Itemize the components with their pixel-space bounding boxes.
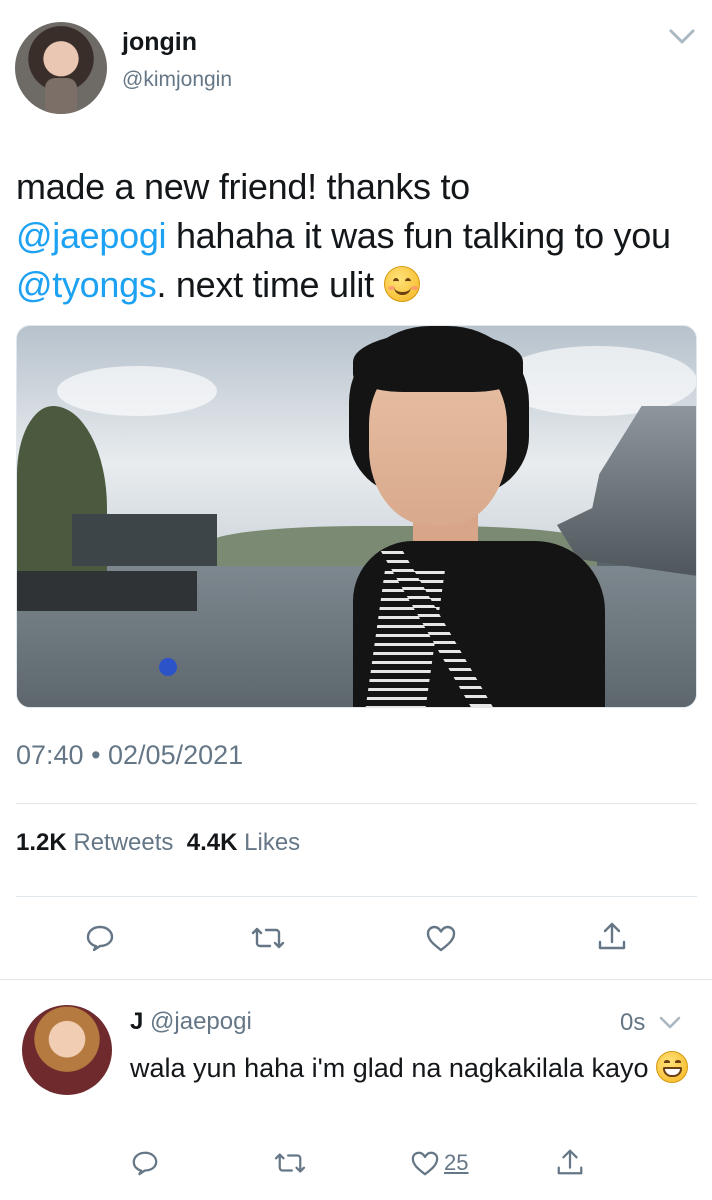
chevron-down-icon[interactable] <box>668 26 696 46</box>
divider <box>16 803 697 804</box>
reply-text-content: wala yun haha i'm glad na nagkakilala ka… <box>130 1053 656 1083</box>
reply-like-button[interactable]: 25 <box>410 1144 490 1182</box>
photo-cloud <box>57 366 217 416</box>
grinning-face-emoji-icon <box>656 1051 688 1083</box>
user-handle[interactable]: @kimjongin <box>122 68 232 92</box>
tweet-header: jongin @kimjongin <box>0 0 712 130</box>
tweet-photo[interactable] <box>16 325 697 708</box>
display-name[interactable]: jongin <box>122 28 197 57</box>
like-button[interactable] <box>421 918 461 958</box>
tweet-text-part: . next time ulit <box>156 264 384 305</box>
reply-button[interactable] <box>80 918 120 958</box>
likes-count: 4.4K <box>186 829 238 856</box>
photo-person <box>335 326 605 707</box>
divider <box>16 896 697 897</box>
reply-display-name: J <box>130 1008 144 1035</box>
reply-handle: @jaepogi <box>150 1008 252 1035</box>
tweet-stats: 1.2K Retweets 4.4K Likes <box>16 829 300 857</box>
smiling-face-emoji-icon <box>383 266 420 302</box>
share-icon <box>557 1149 583 1175</box>
photo-shed <box>72 514 217 566</box>
mention-link[interactable]: @jaepogi <box>16 215 167 256</box>
divider <box>0 979 712 980</box>
mention-link[interactable]: @tyongs <box>16 264 157 305</box>
likes-stat[interactable]: 4.4K Likes <box>187 829 300 856</box>
tweet-timestamp[interactable]: 07:40 • 02/05/2021 <box>16 740 243 771</box>
retweet-button[interactable] <box>248 918 288 958</box>
reply-retweet-button[interactable] <box>270 1144 310 1182</box>
tweet-text-part: made a new friend! thanks to <box>16 166 470 207</box>
photo-bangs <box>353 332 523 392</box>
photo-pier <box>17 571 197 611</box>
reply-avatar[interactable] <box>22 1005 112 1095</box>
avatar[interactable] <box>15 22 107 114</box>
retweets-label: Retweets <box>73 829 174 856</box>
retweet-icon <box>274 1153 306 1173</box>
reply-share-button[interactable] <box>550 1142 590 1182</box>
reply-icon <box>86 925 114 952</box>
reply-reply-button[interactable] <box>126 1144 164 1182</box>
share-button[interactable] <box>592 916 632 956</box>
photo-buoy <box>159 658 177 676</box>
reply-time: 0s <box>620 1009 646 1036</box>
tweet-text: made a new friend! thanks to @jaepogi ha… <box>16 162 706 309</box>
retweets-stat[interactable]: 1.2K Retweets <box>16 829 173 856</box>
tweet-text-part: hahaha it was fun talking to you <box>166 215 671 256</box>
retweet-icon <box>251 927 285 949</box>
like-icon <box>411 1151 439 1176</box>
reply-author[interactable]: J @jaepogi <box>130 1008 252 1036</box>
share-icon <box>598 922 626 950</box>
likes-label: Likes <box>244 829 301 856</box>
reply-icon <box>132 1151 158 1176</box>
reply-like-count: 25 <box>444 1150 469 1175</box>
retweets-count: 1.2K <box>16 829 67 856</box>
chevron-down-icon[interactable] <box>658 1014 682 1030</box>
like-icon <box>426 925 456 952</box>
reply-text: wala yun haha i'm glad na nagkakilala ka… <box>130 1050 690 1087</box>
